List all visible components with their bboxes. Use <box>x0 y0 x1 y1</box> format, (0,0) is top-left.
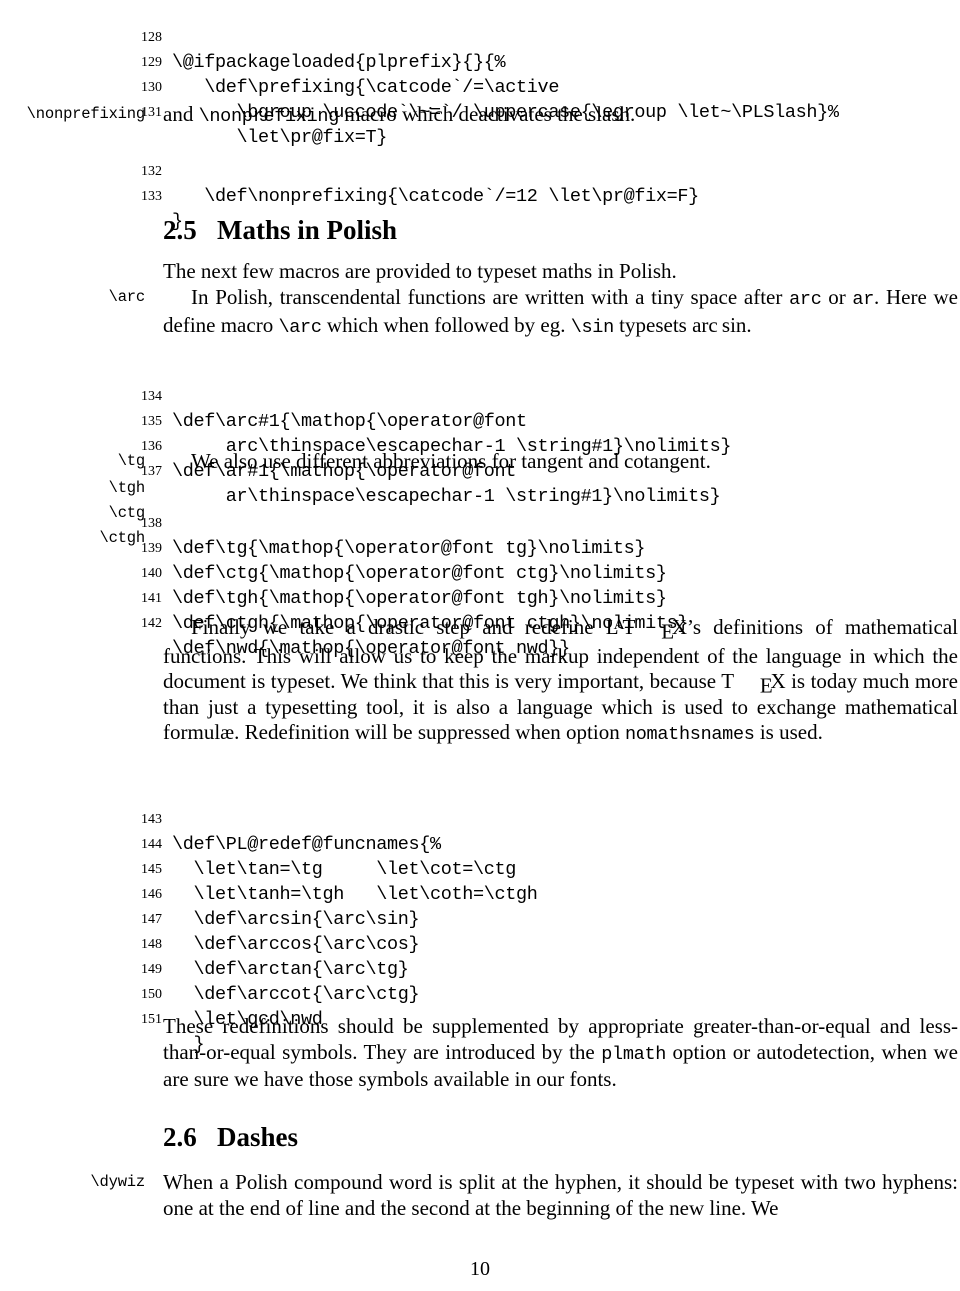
paragraph-arc: In Polish, transcendental functions are … <box>163 285 958 340</box>
inline-code: \nonprefixing <box>198 106 340 127</box>
code-line: 136 \def\ar#1{\mathop{\operator@font <box>0 409 960 482</box>
paragraph-nonprefixing: and \nonprefixing macro which deactivate… <box>163 102 958 130</box>
code-line: 132 \def\nonprefixing{\catcode`/=12 \let… <box>0 134 960 207</box>
text-fragment: The next few macros are provided to type… <box>163 259 677 283</box>
code-line: 146 \def\arcsin{\arc\sin} <box>0 857 960 930</box>
code-line: 128 \@ifpackageloaded{plprefix}{}{% <box>0 0 960 73</box>
margin-note-label: \dywiz <box>90 1173 145 1191</box>
code-line-number: 151 <box>141 1012 162 1027</box>
section-number: 2.5 <box>163 215 197 245</box>
code-line: 150 \let\gcd\nwd <box>0 957 960 1030</box>
text-fragment: which when followed by eg. <box>321 312 571 337</box>
code-line: 149 \def\arccot{\arc\ctg} <box>0 932 960 1005</box>
text-fragment: macro which deactivates the slash. <box>339 102 636 126</box>
code-line-number: 133 <box>141 189 162 204</box>
code-line: 140 \def\tgh{\mathop{\operator@font tgh}… <box>0 536 960 609</box>
margin-note-arc: \arc <box>0 285 146 310</box>
section-heading-dashes: 2.6 Dashes <box>163 1122 298 1152</box>
margin-note-tg: \tg <box>0 449 146 474</box>
code-line: 151 } <box>0 982 960 1055</box>
inline-code: \arc <box>278 316 322 338</box>
margin-note-label: \arc <box>108 288 146 306</box>
paragraph-finally: Finally we take a drastic step and redef… <box>163 615 958 748</box>
latex-logo: LAT EX <box>605 615 687 644</box>
text-fragment: Finally we take a drastic step and redef… <box>191 615 606 639</box>
code-line: 147 \def\arccos{\arc\cos} <box>0 882 960 955</box>
code-line: 134 \def\arc#1{\mathop{\operator@font <box>0 359 960 432</box>
inline-code: arc <box>789 289 822 310</box>
section-number: 2.6 <box>163 1122 197 1152</box>
code-line: 135 arc\thinspace\escapechar-1 \string#1… <box>0 384 960 457</box>
code-line: 131 \let\pr@fix=T} <box>0 75 960 148</box>
document-page: 128 \@ifpackageloaded{plprefix}{}{% 129 … <box>0 0 960 1291</box>
paragraph-maths-intro: The next few macros are provided to type… <box>163 259 958 285</box>
code-line: 142 \def\nwd{\mathop{\operator@font nwd}… <box>0 586 960 659</box>
code-line-source: \def\nonprefixing{\catcode`/=12 \let\pr@… <box>172 186 699 207</box>
section-heading-maths: 2.5 Maths in Polish <box>163 215 397 245</box>
code-line: 130 \bgroup \uccode`\~=`/ \uppercase{\eg… <box>0 50 960 123</box>
code-line: 138 \def\tg{\mathop{\operator@font tg}\n… <box>0 486 960 559</box>
inline-code: ar <box>852 289 875 310</box>
code-line-number: 142 <box>141 616 162 631</box>
code-line: 141 \def\ctgh{\mathop{\operator@font ctg… <box>0 561 960 634</box>
paragraph-dywiz: When a Polish compound word is split at … <box>163 1170 958 1221</box>
code-line: 148 \def\arctan{\arc\tg} <box>0 907 960 980</box>
inline-code: nomathsnames <box>624 724 755 746</box>
inline-code: \sin <box>570 316 615 338</box>
text-fragment: typesets arc sin. <box>613 312 752 337</box>
code-line: 133 } <box>0 159 960 232</box>
text-fragment: is used. <box>754 720 823 745</box>
code-line: 145 \let\tanh=\tgh \let\coth=\ctgh <box>0 832 960 905</box>
text-fragment: or <box>821 285 853 309</box>
section-title: Maths in Polish <box>217 215 398 245</box>
margin-note-label: \tg <box>117 452 146 470</box>
text-fragment: We also use different abbreviations for … <box>191 449 711 473</box>
paragraph-redefinitions: These redefinitions should be supplement… <box>163 1014 958 1093</box>
text-fragment: and <box>163 102 199 126</box>
margin-note-nonprefixing: \nonprefixing <box>0 102 146 127</box>
section-title: Dashes <box>217 1122 299 1152</box>
page-number: 10 <box>470 1258 490 1280</box>
code-line: 129 \def\prefixing{\catcode`/=\active <box>0 25 960 98</box>
margin-note-label: \nonprefixing <box>26 105 146 123</box>
text-fragment: In Polish, transcendental functions are … <box>191 285 790 309</box>
code-line: 139 \def\ctg{\mathop{\operator@font ctg}… <box>0 511 960 584</box>
code-line: 144 \let\tan=\tg \let\cot=\ctg <box>0 807 960 880</box>
margin-note-dywiz: \dywiz <box>0 1170 145 1195</box>
inline-code: plmath <box>601 1043 667 1065</box>
tex-logo: T EX <box>721 669 786 698</box>
text-fragment: When a Polish compound word is split at … <box>163 1170 958 1220</box>
code-line: 143 \def\PL@redef@funcnames{% <box>0 782 960 855</box>
paragraph-tg: We also use different abbreviations for … <box>163 449 958 475</box>
